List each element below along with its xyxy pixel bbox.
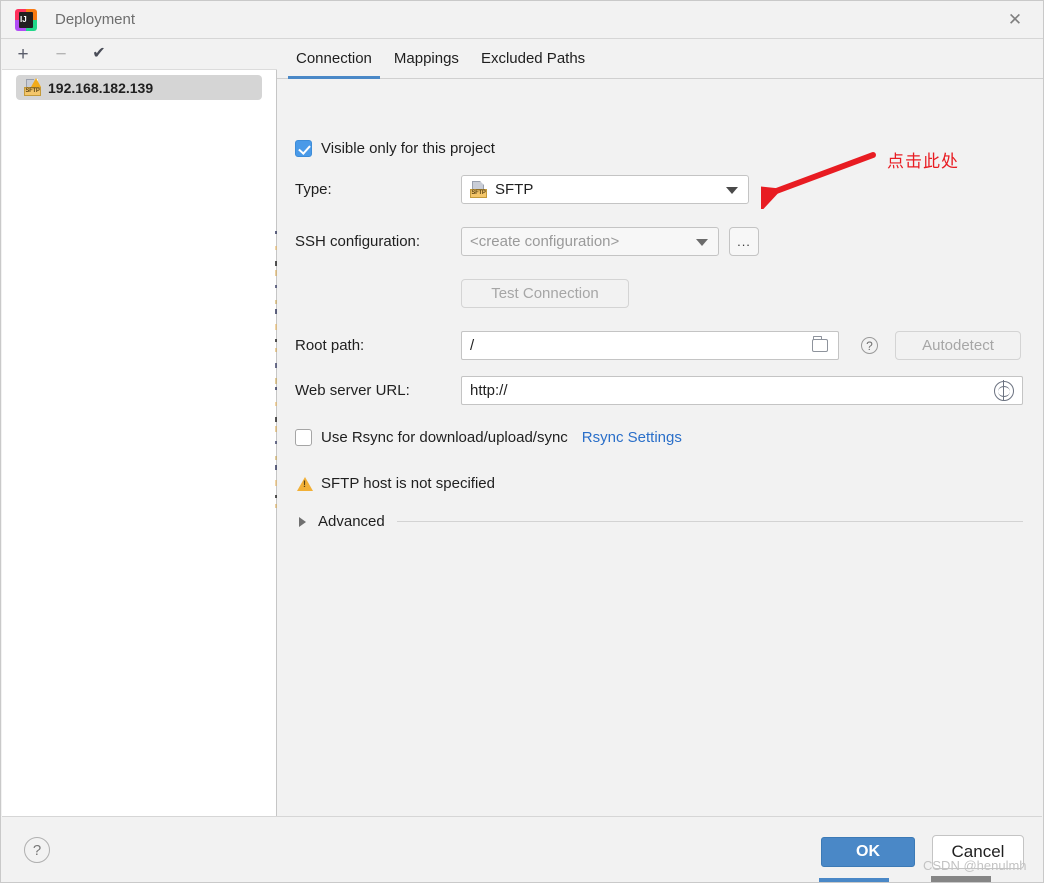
visible-only-checkbox[interactable] <box>295 140 312 157</box>
type-label: Type: <box>295 181 332 198</box>
root-path-label-wrap: Root path: <box>295 337 364 354</box>
type-label-wrap: Type: <box>295 181 332 198</box>
dialog-title: Deployment <box>55 11 136 28</box>
ssh-configuration-value: <create configuration> <box>470 233 620 250</box>
visible-only-row: Visible only for this project <box>295 140 495 157</box>
folder-icon[interactable] <box>812 336 828 352</box>
section-divider <box>396 521 1023 522</box>
deployment-dialog: Deployment ✕ + − ✔ SFTP 192.168.182.139 … <box>0 0 1044 883</box>
add-server-icon[interactable]: + <box>12 43 34 65</box>
ssh-configuration-combobox[interactable]: <create configuration> <box>461 227 719 256</box>
close-icon[interactable]: ✕ <box>993 5 1037 35</box>
remove-server-icon[interactable]: − <box>50 43 72 65</box>
use-rsync-label: Use Rsync for download/upload/sync <box>321 429 568 446</box>
root-path-label: Root path: <box>295 337 365 354</box>
sftp-icon: SFTP <box>470 181 487 198</box>
tab-connection[interactable]: Connection <box>285 50 383 79</box>
sftp-warning-icon: SFTP <box>24 78 41 96</box>
web-server-url-input[interactable]: http:// <box>461 376 1023 405</box>
ssh-configuration-label: SSH configuration: <box>295 233 421 250</box>
warning-text: SFTP host is not specified <box>321 475 495 492</box>
annotation-text: 点击此处 <box>887 152 959 172</box>
globe-icon[interactable] <box>994 380 1014 401</box>
csdn-watermark: CSDN @henulmh <box>923 858 1027 873</box>
server-list-panel: SFTP 192.168.182.139 <box>2 70 277 818</box>
type-combobox[interactable]: SFTP SFTP <box>461 175 749 204</box>
rsync-row: Use Rsync for download/upload/sync Rsync… <box>295 429 682 446</box>
warning-triangle-icon <box>297 476 313 491</box>
set-default-server-icon[interactable]: ✔ <box>88 43 110 65</box>
rsync-settings-link[interactable]: Rsync Settings <box>582 429 682 446</box>
autodetect-button[interactable]: Autodetect <box>895 331 1021 360</box>
chevron-right-icon <box>299 516 306 527</box>
help-button[interactable]: ? <box>24 837 50 863</box>
root-path-input[interactable]: / <box>461 331 839 360</box>
ssh-configuration-browse-button[interactable]: ... <box>729 227 759 256</box>
tab-excluded-paths[interactable]: Excluded Paths <box>470 50 596 78</box>
list-item[interactable]: SFTP 192.168.182.139 <box>16 75 262 100</box>
watermark-artifact <box>819 876 1029 883</box>
tab-bar: Connection Mappings Excluded Paths <box>277 39 1043 79</box>
server-name-label: 192.168.182.139 <box>48 79 154 96</box>
type-value: SFTP <box>495 181 534 198</box>
web-server-url-label: Web server URL: <box>295 382 410 399</box>
chevron-down-icon <box>726 186 738 194</box>
advanced-section-header[interactable]: Advanced <box>299 513 1023 530</box>
root-path-value: / <box>470 337 475 354</box>
sftp-host-warning: SFTP host is not specified <box>297 475 495 492</box>
dialog-footer: ? OK Cancel <box>2 816 1042 881</box>
use-rsync-checkbox[interactable] <box>295 429 312 446</box>
intellij-idea-logo-icon <box>15 8 37 31</box>
dialog-titlebar: Deployment ✕ <box>1 1 1043 39</box>
advanced-label: Advanced <box>318 513 385 530</box>
ok-button[interactable]: OK <box>821 837 915 867</box>
web-server-url-value: http:// <box>470 382 508 399</box>
web-server-url-label-wrap: Web server URL: <box>295 382 410 399</box>
visible-only-label: Visible only for this project <box>321 140 495 157</box>
question-mark-icon[interactable]: ? <box>861 337 878 354</box>
red-arrow-icon <box>761 152 876 209</box>
chevron-down-icon <box>696 238 708 246</box>
ssh-config-label-wrap: SSH configuration: <box>295 233 420 250</box>
server-list-toolbar: + − ✔ <box>2 39 277 70</box>
tab-mappings[interactable]: Mappings <box>383 50 470 78</box>
test-connection-button[interactable]: Test Connection <box>461 279 629 308</box>
